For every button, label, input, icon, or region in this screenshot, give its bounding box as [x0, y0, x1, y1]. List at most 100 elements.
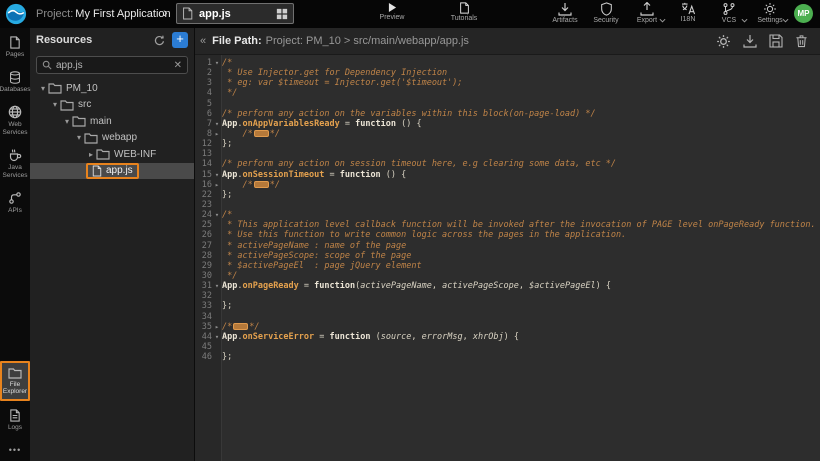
code-line-4[interactable]: 4 */ — [195, 88, 820, 98]
code-line-45[interactable]: 45 — [195, 342, 820, 352]
code-line-3[interactable]: 3 * eg: var $timeout = Injector.get('$ti… — [195, 78, 820, 88]
fold-open-icon[interactable]: ▾ — [212, 210, 222, 220]
fold-open-icon[interactable]: ▾ — [212, 170, 222, 180]
delete-file-icon[interactable] — [795, 34, 808, 49]
grid-icon[interactable] — [276, 8, 288, 20]
tree-item-web-inf[interactable]: ▸WEB-INF — [30, 146, 194, 163]
topbar-action-settings[interactable]: Settings — [754, 2, 786, 24]
tree-item-main[interactable]: ▾main — [30, 113, 194, 130]
code-line-23[interactable]: 23 — [195, 200, 820, 210]
api-icon — [8, 191, 22, 205]
tab-label: app.js — [199, 8, 276, 20]
sidebar-item-apis[interactable]: APIs — [0, 186, 30, 219]
topbar-action-artifacts[interactable]: Artifacts — [549, 2, 581, 24]
code-line-13[interactable]: 13 — [195, 149, 820, 159]
sidebar-bottom-group: File ExplorerLogs — [0, 358, 30, 436]
line-number: 30 — [195, 271, 212, 281]
resources-panel: Resources + ✕ ▾PM_10▾src▾main▾webapp▸WEB… — [30, 28, 195, 461]
shield-icon — [600, 2, 613, 16]
sidebar-item-pages[interactable]: Pages — [0, 31, 30, 63]
code-line-26[interactable]: 26 * Use this function to write common l… — [195, 230, 820, 240]
code-line-35[interactable]: 35▸/**/ — [195, 322, 820, 332]
topbar-action-export[interactable]: Export — [631, 2, 663, 24]
fold-closed-icon[interactable]: ▸ — [212, 322, 222, 332]
editor-settings-gear-icon[interactable] — [716, 34, 731, 49]
tree-expanded-icon[interactable]: ▾ — [38, 84, 48, 93]
code-line-25[interactable]: 25 * This application level callback fun… — [195, 220, 820, 230]
code-line-33[interactable]: 33}; — [195, 301, 820, 311]
i18n-translate-icon — [681, 2, 696, 15]
search-input[interactable] — [56, 60, 174, 71]
code-line-29[interactable]: 29 * $activePageEl : page jQuery element — [195, 261, 820, 271]
fold-closed-icon[interactable]: ▸ — [212, 129, 222, 139]
tutorials-button[interactable]: Tutorials — [434, 2, 494, 22]
tree-item-pm-10[interactable]: ▾PM_10 — [30, 80, 194, 97]
fold-closed-icon[interactable]: ▸ — [212, 180, 222, 190]
code-line-28[interactable]: 28 * activePageScope: scope of the page — [195, 251, 820, 261]
code-line-22[interactable]: 22}; — [195, 190, 820, 200]
code-line-32[interactable]: 32 — [195, 291, 820, 301]
code-line-46[interactable]: 46}; — [195, 352, 820, 362]
fold-spacer — [212, 190, 222, 200]
fold-spacer — [212, 251, 222, 261]
sidebar-more-button[interactable]: ••• — [0, 439, 30, 461]
code-line-8[interactable]: 8▸ /**/ — [195, 129, 820, 139]
sidebar-item-java-services[interactable]: Java Services — [0, 143, 30, 183]
preview-button[interactable]: Preview — [362, 2, 422, 21]
code-line-14[interactable]: 14/* perform any action on session timeo… — [195, 159, 820, 169]
code-line-34[interactable]: 34 — [195, 312, 820, 322]
topbar-action-i18n[interactable]: I18N — [672, 2, 704, 24]
sidebar-item-logs[interactable]: Logs — [0, 404, 30, 436]
tree-expanded-icon[interactable]: ▾ — [50, 100, 60, 109]
code-line-6[interactable]: 6/* perform any action on the variables … — [195, 109, 820, 119]
refresh-icon[interactable] — [154, 35, 165, 46]
clear-search-icon[interactable]: ✕ — [174, 60, 182, 71]
code-line-31[interactable]: 31▾App.onPageReady = function(activePage… — [195, 281, 820, 291]
tree-item-src[interactable]: ▾src — [30, 97, 194, 114]
wavemaker-logo-icon[interactable] — [5, 3, 27, 25]
tab-app-js[interactable]: app.js — [176, 3, 294, 24]
tree-item-app-js[interactable]: app.js — [30, 163, 194, 180]
folded-code-icon[interactable] — [254, 130, 269, 137]
code-editor[interactable]: 1▾/*2 * Use Injector.get for Dependency … — [195, 55, 820, 461]
fold-open-icon[interactable]: ▾ — [212, 281, 222, 291]
tree-expanded-icon[interactable]: ▾ — [74, 133, 84, 142]
globe-icon — [8, 105, 22, 119]
code-line-5[interactable]: 5 — [195, 99, 820, 109]
folded-code-icon[interactable] — [254, 181, 269, 188]
fold-spacer — [212, 200, 222, 210]
download-file-icon[interactable] — [743, 34, 757, 49]
user-avatar[interactable]: MP — [794, 4, 813, 23]
code-line-27[interactable]: 27 * activePageName : name of the page — [195, 241, 820, 251]
save-file-icon[interactable] — [769, 34, 783, 49]
code-line-1[interactable]: 1▾/* — [195, 58, 820, 68]
line-number: 32 — [195, 291, 212, 301]
left-sidebar: PagesDatabasesWeb ServicesJava ServicesA… — [0, 28, 30, 461]
code-line-30[interactable]: 30 */ — [195, 271, 820, 281]
fold-spacer — [212, 312, 222, 322]
chevron-down-icon — [659, 10, 666, 28]
tree-collapsed-icon[interactable]: ▸ — [86, 150, 96, 159]
sidebar-item-file-explorer[interactable]: File Explorer — [0, 361, 30, 401]
fold-open-icon[interactable]: ▾ — [212, 332, 222, 342]
tree-item-webapp[interactable]: ▾webapp — [30, 130, 194, 147]
add-resource-button[interactable]: + — [172, 32, 188, 48]
code-line-16[interactable]: 16▸ /**/ — [195, 180, 820, 190]
collapse-panel-icon[interactable]: « — [200, 35, 206, 47]
code-line-44[interactable]: 44▾App.onServiceError = function (source… — [195, 332, 820, 342]
fold-open-icon[interactable]: ▾ — [212, 58, 222, 68]
code-line-15[interactable]: 15▾App.onSessionTimeout = function () { — [195, 170, 820, 180]
fold-open-icon[interactable]: ▾ — [212, 119, 222, 129]
sidebar-item-web-services[interactable]: Web Services — [0, 100, 30, 140]
code-line-2[interactable]: 2 * Use Injector.get for Dependency Inje… — [195, 68, 820, 78]
code-line-24[interactable]: 24▾/* — [195, 210, 820, 220]
topbar-action-security[interactable]: Security — [590, 2, 622, 24]
line-number: 44 — [195, 332, 212, 342]
sidebar-item-databases[interactable]: Databases — [0, 66, 30, 98]
code-line-7[interactable]: 7▾App.onAppVariablesReady = function () … — [195, 119, 820, 129]
code-line-12[interactable]: 12}; — [195, 139, 820, 149]
tree-expanded-icon[interactable]: ▾ — [62, 117, 72, 126]
fold-spacer — [212, 68, 222, 78]
folded-code-icon[interactable] — [233, 323, 248, 330]
topbar-action-vcs[interactable]: VCS — [713, 2, 745, 24]
